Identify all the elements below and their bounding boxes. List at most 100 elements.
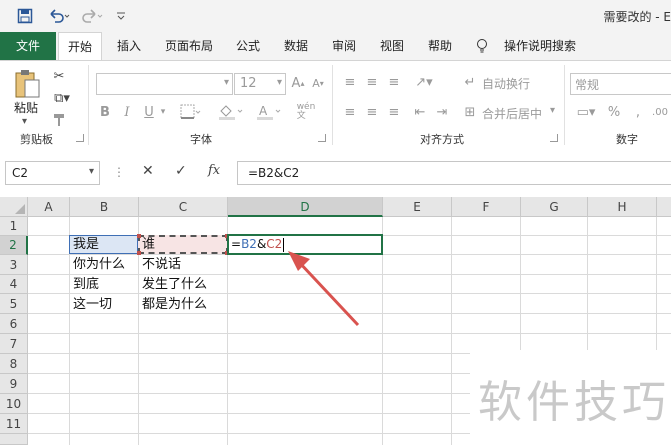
tab-help[interactable]: 帮助: [420, 32, 460, 60]
cell-c4[interactable]: 发生了什么: [142, 275, 207, 294]
row-header-4[interactable]: 4: [0, 275, 28, 294]
shrink-font-icon[interactable]: A ▾: [310, 74, 326, 92]
insert-function-button[interactable]: fx: [208, 163, 220, 178]
cell-b3[interactable]: 你为什么: [73, 255, 125, 274]
formula-input[interactable]: =B2&C2: [237, 161, 671, 185]
row-header-10[interactable]: 10: [0, 394, 28, 414]
align-top-icon[interactable]: ≡: [342, 73, 358, 91]
phonetic-guide-icon[interactable]: wén 文: [294, 101, 318, 123]
alignment-group-label: 对齐方式: [420, 133, 464, 146]
tab-file[interactable]: 文件: [0, 32, 56, 60]
wrap-text-button[interactable]: 自动换行: [482, 75, 530, 92]
chevron-down-icon[interactable]: ▾: [158, 103, 168, 121]
row-header-11[interactable]: 11: [0, 414, 28, 434]
increase-indent-icon[interactable]: ⇥: [434, 103, 450, 121]
number-group-label: 数字: [616, 133, 638, 146]
cut-icon[interactable]: ✂: [50, 67, 68, 85]
column-header-d[interactable]: D: [228, 197, 383, 217]
merge-center-button[interactable]: 合并后居中: [482, 105, 542, 122]
cell-b5[interactable]: 这一切: [73, 295, 112, 314]
increase-decimal-icon[interactable]: .00: [650, 103, 670, 121]
clipboard-launcher-icon[interactable]: [76, 134, 84, 142]
tell-me-search[interactable]: 操作说明搜索: [500, 32, 580, 60]
bold-button[interactable]: B: [98, 103, 112, 121]
align-left-icon[interactable]: ≡: [342, 103, 358, 121]
align-middle-icon[interactable]: ≡: [364, 73, 380, 91]
tab-data[interactable]: 数据: [276, 32, 316, 60]
formula-bar-resize-icon[interactable]: ⋮: [113, 165, 125, 179]
wrap-text-icon[interactable]: ↵: [462, 73, 478, 91]
annotation-arrow: [288, 251, 360, 327]
column-header-f[interactable]: F: [452, 197, 521, 217]
range-handle[interactable]: [137, 251, 141, 255]
column-header-partial[interactable]: [657, 197, 671, 217]
row-header-6[interactable]: 6: [0, 314, 28, 334]
format-painter-icon[interactable]: [50, 111, 68, 129]
font-size-select[interactable]: 12 ▾: [234, 73, 286, 95]
cancel-icon[interactable]: ✕: [142, 163, 154, 179]
column-header-b[interactable]: B: [70, 197, 139, 217]
paste-dropdown-icon[interactable]: ▾: [22, 116, 27, 127]
tab-page-layout[interactable]: 页面布局: [158, 32, 220, 60]
column-header-h[interactable]: H: [588, 197, 657, 217]
paste-icon[interactable]: [10, 67, 44, 101]
italic-button[interactable]: I: [120, 103, 134, 121]
save-icon[interactable]: [14, 6, 36, 26]
column-header-c[interactable]: C: [139, 197, 228, 217]
align-right-icon[interactable]: ≡: [386, 103, 402, 121]
tab-formulas[interactable]: 公式: [228, 32, 268, 60]
align-center-icon[interactable]: ≡: [364, 103, 380, 121]
tab-insert[interactable]: 插入: [108, 32, 150, 60]
column-header-e[interactable]: E: [383, 197, 452, 217]
column-header-a[interactable]: A: [28, 197, 70, 217]
row-header-7[interactable]: 7: [0, 334, 28, 354]
alignment-launcher-icon[interactable]: [550, 134, 558, 142]
number-format-select[interactable]: 常规: [570, 73, 671, 95]
copy-icon[interactable]: ⧉▾: [50, 89, 74, 107]
cell-d2-editor[interactable]: =B2&C2: [231, 235, 285, 254]
name-box[interactable]: C2 ▾: [5, 161, 100, 185]
grow-font-icon[interactable]: A ▴: [290, 74, 306, 92]
row-header-1[interactable]: 1: [0, 217, 28, 236]
row-header-8[interactable]: 8: [0, 354, 28, 374]
cell-b2[interactable]: 我是: [73, 235, 99, 254]
decrease-indent-icon[interactable]: ⇤: [412, 103, 428, 121]
comma-style-icon[interactable]: ,: [630, 103, 646, 121]
orientation-icon[interactable]: ↗▾: [412, 73, 436, 91]
merge-icon[interactable]: ⊞: [462, 103, 478, 121]
cell-c5[interactable]: 都是为什么: [142, 295, 207, 314]
row-header-2[interactable]: 2: [0, 236, 28, 255]
percent-icon[interactable]: %: [606, 103, 622, 121]
font-color-icon[interactable]: A: [254, 103, 284, 121]
cell-c2[interactable]: 谁: [142, 235, 155, 254]
formula-value: =B2&C2: [248, 166, 300, 180]
select-all-corner[interactable]: [0, 197, 28, 217]
tab-view[interactable]: 视图: [372, 32, 412, 60]
cell-c3[interactable]: 不说话: [142, 255, 181, 274]
row-header-12[interactable]: [0, 434, 28, 445]
font-launcher-icon[interactable]: [318, 134, 326, 142]
align-bottom-icon[interactable]: ≡: [386, 73, 402, 91]
worksheet-grid[interactable]: A B C D E F G H 1 2 3 4 5 6 7 8 9 10 11 …: [0, 197, 671, 445]
customize-toolbar-icon[interactable]: [114, 6, 128, 26]
paste-button[interactable]: 粘贴: [14, 99, 38, 116]
row-header-5[interactable]: 5: [0, 294, 28, 314]
fill-color-icon[interactable]: [216, 103, 246, 121]
range-handle[interactable]: [137, 234, 141, 238]
redo-icon[interactable]: [80, 6, 106, 26]
undo-icon[interactable]: [46, 6, 72, 26]
column-header-g[interactable]: G: [521, 197, 588, 217]
accounting-format-icon[interactable]: ▭▾: [574, 103, 598, 121]
tab-home[interactable]: 开始: [58, 32, 102, 62]
row-header-9[interactable]: 9: [0, 374, 28, 394]
tab-review[interactable]: 审阅: [324, 32, 364, 60]
underline-button[interactable]: U: [142, 103, 156, 121]
row-header-3[interactable]: 3: [0, 255, 28, 275]
cell-b4[interactable]: 到底: [73, 275, 99, 294]
enter-icon[interactable]: ✓: [175, 163, 187, 179]
chevron-down-icon[interactable]: ▾: [550, 105, 555, 116]
borders-icon[interactable]: [178, 103, 204, 121]
chevron-down-icon: ▾: [223, 77, 229, 88]
chevron-down-icon[interactable]: ▾: [89, 166, 94, 177]
font-name-select[interactable]: ▾: [96, 73, 233, 95]
